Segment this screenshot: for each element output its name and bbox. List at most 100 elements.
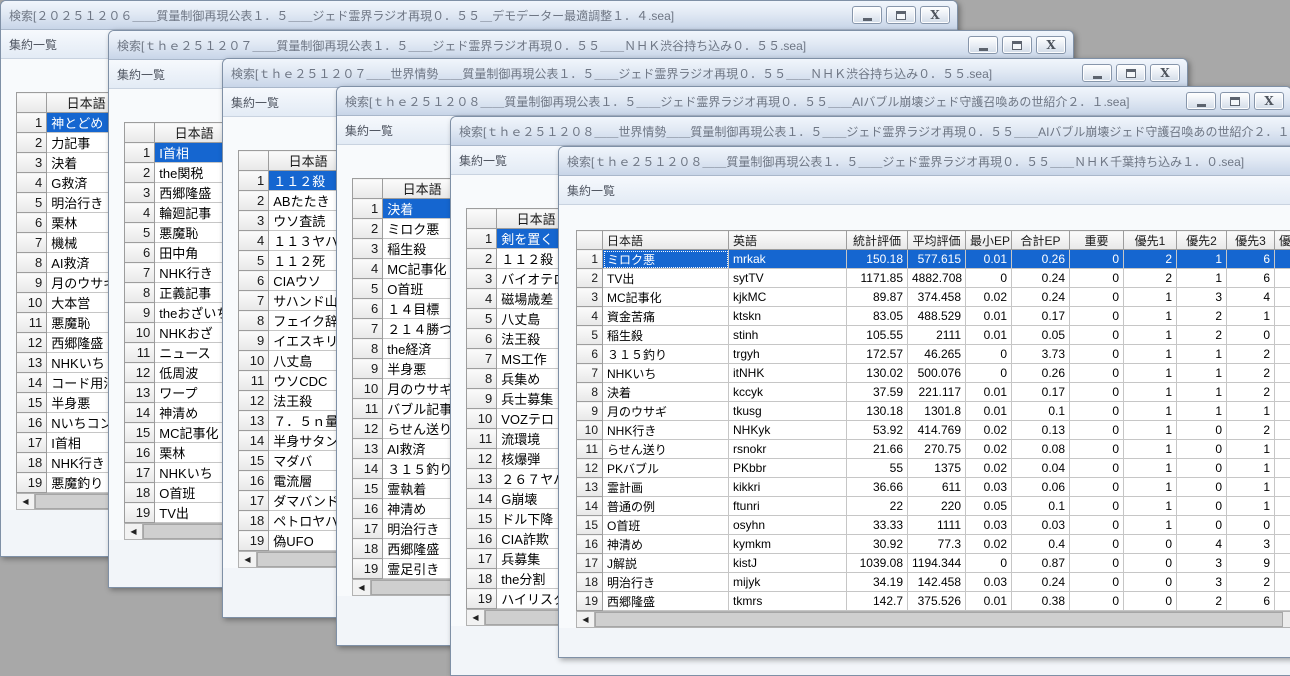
result-cell[interactable]: 0 (1070, 440, 1124, 459)
result-cell[interactable]: 0.24 (1012, 269, 1070, 288)
row-number-cell[interactable]: 6 (467, 329, 497, 349)
result-cell[interactable]: 0 (1177, 478, 1227, 497)
result-cell[interactable]: kjkMC (729, 288, 847, 307)
result-cell[interactable]: 0 (1124, 554, 1177, 573)
row-number-cell[interactable]: 16 (17, 413, 47, 433)
overflow-cell[interactable] (1275, 478, 1290, 497)
result-cell[interactable]: 0 (966, 554, 1012, 573)
result-cell[interactable]: 77.3 (908, 535, 966, 554)
result-cell[interactable]: 1 (1124, 421, 1177, 440)
column-header-1[interactable]: 日本語 (603, 231, 729, 250)
overflow-cell[interactable] (1275, 421, 1290, 440)
column-header-10[interactable]: 優先3 (1227, 231, 1275, 250)
overflow-cell[interactable] (1275, 440, 1290, 459)
result-cell[interactable]: 2 (1124, 269, 1177, 288)
row-number-cell[interactable]: 6 (353, 299, 383, 319)
row-number-cell[interactable]: 3 (467, 269, 497, 289)
minimize-button[interactable] (852, 6, 882, 24)
result-cell[interactable]: 37.59 (847, 383, 908, 402)
result-cell[interactable]: 3 (1177, 554, 1227, 573)
result-cell[interactable]: 明治行き (603, 573, 729, 592)
result-cell[interactable]: ftunri (729, 497, 847, 516)
result-cell[interactable]: 500.076 (908, 364, 966, 383)
result-cell[interactable]: 3 (1227, 535, 1275, 554)
result-cell[interactable]: 0 (1177, 516, 1227, 535)
result-cell[interactable]: 0 (1124, 535, 1177, 554)
result-cell[interactable]: ktskn (729, 307, 847, 326)
row-number-cell[interactable]: 7 (577, 364, 603, 383)
row-number-cell[interactable]: 18 (239, 511, 269, 531)
result-cell[interactable]: 0.24 (1012, 573, 1070, 592)
result-cell[interactable]: 0.24 (1012, 288, 1070, 307)
overflow-cell[interactable] (1275, 307, 1290, 326)
result-cell[interactable]: 神清め (603, 535, 729, 554)
row-number-cell[interactable]: 8 (467, 369, 497, 389)
result-cell[interactable]: kccyk (729, 383, 847, 402)
result-cell[interactable]: 0.02 (966, 288, 1012, 307)
row-number-cell[interactable]: 16 (467, 529, 497, 549)
result-cell[interactable]: 0 (1177, 497, 1227, 516)
window-titlebar[interactable]: 検索[２０２５１２０６＿＿質量制御再現公表１．５＿＿ジェド霊界ラジオ再現０．５５… (1, 1, 957, 30)
maximize-button[interactable] (1116, 64, 1146, 82)
row-number-cell[interactable]: 4 (125, 203, 155, 223)
result-cell[interactable]: 53.92 (847, 421, 908, 440)
result-cell[interactable]: 1 (1124, 288, 1177, 307)
row-number-cell[interactable]: 19 (577, 592, 603, 611)
result-cell[interactable]: 0.1 (1012, 402, 1070, 421)
row-number-cell[interactable]: 6 (577, 345, 603, 364)
result-cell[interactable]: 0 (1227, 326, 1275, 345)
row-number-cell[interactable]: 9 (239, 331, 269, 351)
row-number-cell[interactable]: 11 (17, 313, 47, 333)
window-titlebar[interactable]: 検索[ｔｈｅ２５１２０７＿＿質量制御再現公表１．５＿＿ジェド霊界ラジオ再現０．５… (109, 31, 1073, 60)
result-cell[interactable]: 0.01 (966, 383, 1012, 402)
result-cell[interactable]: 0.02 (966, 535, 1012, 554)
minimize-button[interactable] (1186, 92, 1216, 110)
result-cell[interactable]: 142.7 (847, 592, 908, 611)
column-header-2[interactable]: 英語 (729, 231, 847, 250)
result-cell[interactable]: stinh (729, 326, 847, 345)
row-number-cell[interactable]: 13 (353, 439, 383, 459)
column-header-3[interactable]: 統計評価 (847, 231, 908, 250)
row-number-cell[interactable]: 1 (125, 143, 155, 163)
result-cell[interactable]: 1 (1177, 250, 1227, 269)
close-button[interactable]: X (1254, 92, 1284, 110)
row-number-cell[interactable]: 6 (239, 271, 269, 291)
result-cell[interactable]: 6 (1227, 250, 1275, 269)
result-cell[interactable]: 普通の例 (603, 497, 729, 516)
row-number-cell[interactable]: 16 (353, 499, 383, 519)
row-number-cell[interactable]: 13 (467, 469, 497, 489)
scroll-left-arrow[interactable]: ◀ (353, 580, 371, 595)
result-cell[interactable]: 0.38 (1012, 592, 1070, 611)
scrollbar-thumb[interactable] (371, 580, 461, 595)
row-number-cell[interactable]: 4 (577, 307, 603, 326)
row-number-cell[interactable]: 9 (353, 359, 383, 379)
result-cell[interactable]: 0 (1070, 250, 1124, 269)
result-cell[interactable]: 375.526 (908, 592, 966, 611)
overflow-cell[interactable] (1275, 554, 1290, 573)
row-number-cell[interactable]: 12 (467, 449, 497, 469)
result-cell[interactable]: 0.01 (966, 307, 1012, 326)
result-cell[interactable]: 1171.85 (847, 269, 908, 288)
result-cell[interactable]: 9 (1227, 554, 1275, 573)
result-cell[interactable]: MC記事化 (603, 288, 729, 307)
row-number-cell[interactable]: 17 (125, 463, 155, 483)
overflow-cell[interactable] (1275, 288, 1290, 307)
row-number-cell[interactable]: 1 (17, 113, 47, 133)
window-titlebar[interactable]: 検索[ｔｈｅ２５１２０８＿＿世界情勢＿＿質量制御再現公表１．５＿＿ジェド霊界ラジ… (451, 117, 1290, 146)
result-cell[interactable]: 1 (1177, 402, 1227, 421)
row-number-cell[interactable]: 12 (17, 333, 47, 353)
result-cell[interactable]: 105.55 (847, 326, 908, 345)
result-cell[interactable]: 1 (1124, 326, 1177, 345)
row-number-cell[interactable]: 14 (239, 431, 269, 451)
scrollbar-thumb[interactable] (143, 524, 233, 539)
row-number-cell[interactable]: 13 (239, 411, 269, 431)
row-number-cell[interactable]: 10 (353, 379, 383, 399)
result-cell[interactable]: 34.19 (847, 573, 908, 592)
result-cell[interactable]: 0 (1227, 516, 1275, 535)
result-cell[interactable]: 0.4 (1012, 535, 1070, 554)
result-cell[interactable]: 1111 (908, 516, 966, 535)
row-number-cell[interactable]: 17 (467, 549, 497, 569)
result-cell[interactable]: 0.03 (1012, 516, 1070, 535)
result-cell[interactable]: 1375 (908, 459, 966, 478)
result-cell[interactable]: 0 (1070, 573, 1124, 592)
